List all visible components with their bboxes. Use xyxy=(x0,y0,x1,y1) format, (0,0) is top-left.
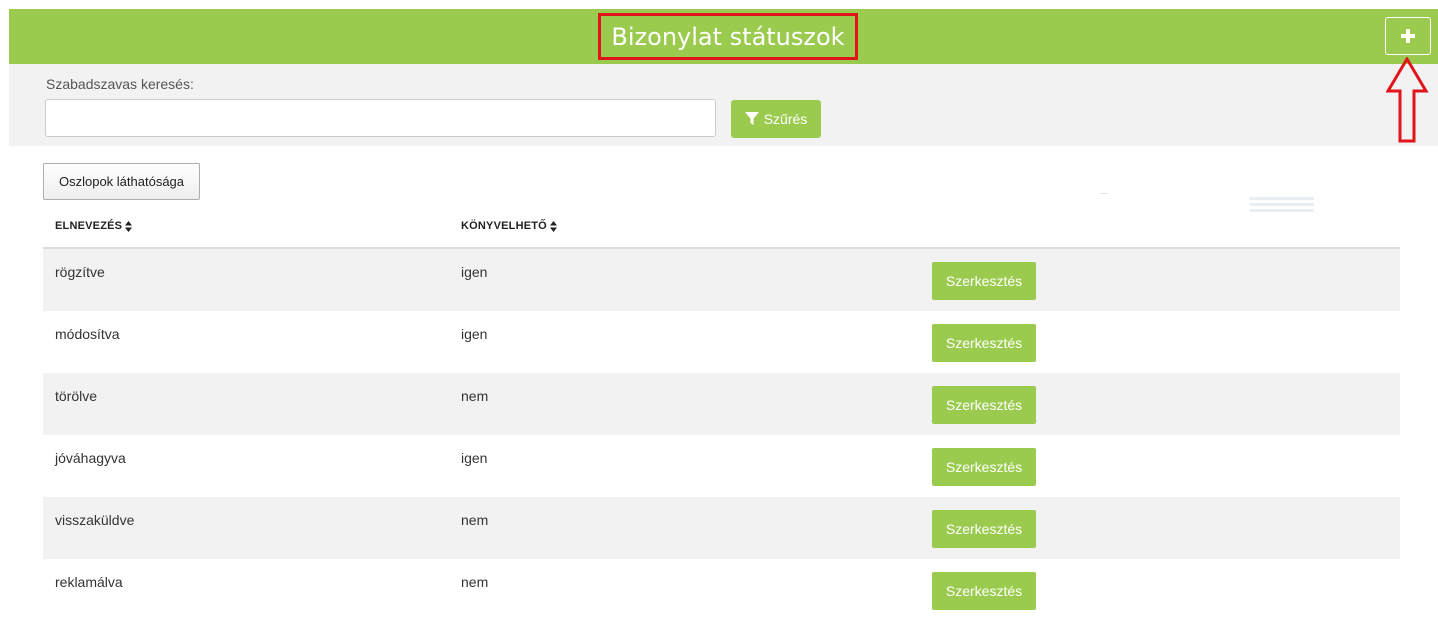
search-input[interactable] xyxy=(45,99,716,137)
column-header-label: KÖNYVELHETŐ xyxy=(461,220,547,232)
page-title: Bizonylat státuszok xyxy=(611,22,845,51)
row-bookable: nem xyxy=(461,574,489,590)
table-row: visszaküldve nem Szerkesztés xyxy=(43,497,1400,559)
column-visibility-button[interactable]: Oszlopok láthatósága xyxy=(43,163,200,200)
filter-panel: Szabadszavas keresés: Szűrés xyxy=(9,64,1438,146)
edit-button[interactable]: Szerkesztés xyxy=(932,386,1036,424)
row-name: jóváhagyva xyxy=(55,450,126,466)
plus-icon xyxy=(1401,29,1415,43)
sort-icon xyxy=(125,220,133,232)
row-name: visszaküldve xyxy=(55,512,135,528)
filter-icon xyxy=(744,112,759,125)
sort-icon xyxy=(549,220,557,232)
filter-button-label: Szűrés xyxy=(763,111,808,127)
table-row: törölve nem Szerkesztés xyxy=(43,373,1400,435)
column-visibility-label: Oszlopok láthatósága xyxy=(58,174,185,189)
edit-button[interactable]: Szerkesztés xyxy=(932,324,1036,362)
add-button[interactable] xyxy=(1385,17,1431,55)
table-row: rögzítve igen Szerkesztés xyxy=(43,249,1400,311)
row-bookable: igen xyxy=(461,264,488,280)
row-name: rögzítve xyxy=(55,264,105,280)
edit-button[interactable]: Szerkesztés xyxy=(932,572,1036,610)
up-arrow-icon xyxy=(1386,57,1429,143)
edit-button[interactable]: Szerkesztés xyxy=(932,510,1036,548)
row-bookable: igen xyxy=(461,326,488,342)
row-bookable: nem xyxy=(461,388,489,404)
row-bookable: igen xyxy=(461,450,488,466)
filter-button[interactable]: Szűrés xyxy=(731,100,821,138)
edit-button[interactable]: Szerkesztés xyxy=(932,448,1036,486)
table-header: ELNEVEZÉS KÖNYVELHETŐ xyxy=(43,207,1400,249)
table-row: módosítva igen Szerkesztés xyxy=(43,311,1400,373)
column-header-name[interactable]: ELNEVEZÉS xyxy=(55,220,133,232)
title-highlight-box: Bizonylat státuszok xyxy=(598,13,858,60)
column-header-bookable[interactable]: KÖNYVELHETŐ xyxy=(461,220,557,232)
decorative-line xyxy=(1100,193,1108,194)
header-bar: Bizonylat státuszok xyxy=(9,9,1438,64)
table-row: reklamálva nem Szerkesztés xyxy=(43,559,1400,621)
search-label: Szabadszavas keresés: xyxy=(46,76,194,92)
edit-button[interactable]: Szerkesztés xyxy=(932,262,1036,300)
row-bookable: nem xyxy=(461,512,489,528)
status-table: ELNEVEZÉS KÖNYVELHETŐ rögzítve igen Szer… xyxy=(43,207,1400,621)
column-header-label: ELNEVEZÉS xyxy=(55,220,123,232)
table-row: jóváhagyva igen Szerkesztés xyxy=(43,435,1400,497)
row-name: reklamálva xyxy=(55,574,123,590)
row-name: törölve xyxy=(55,388,98,404)
row-name: módosítva xyxy=(55,326,120,342)
